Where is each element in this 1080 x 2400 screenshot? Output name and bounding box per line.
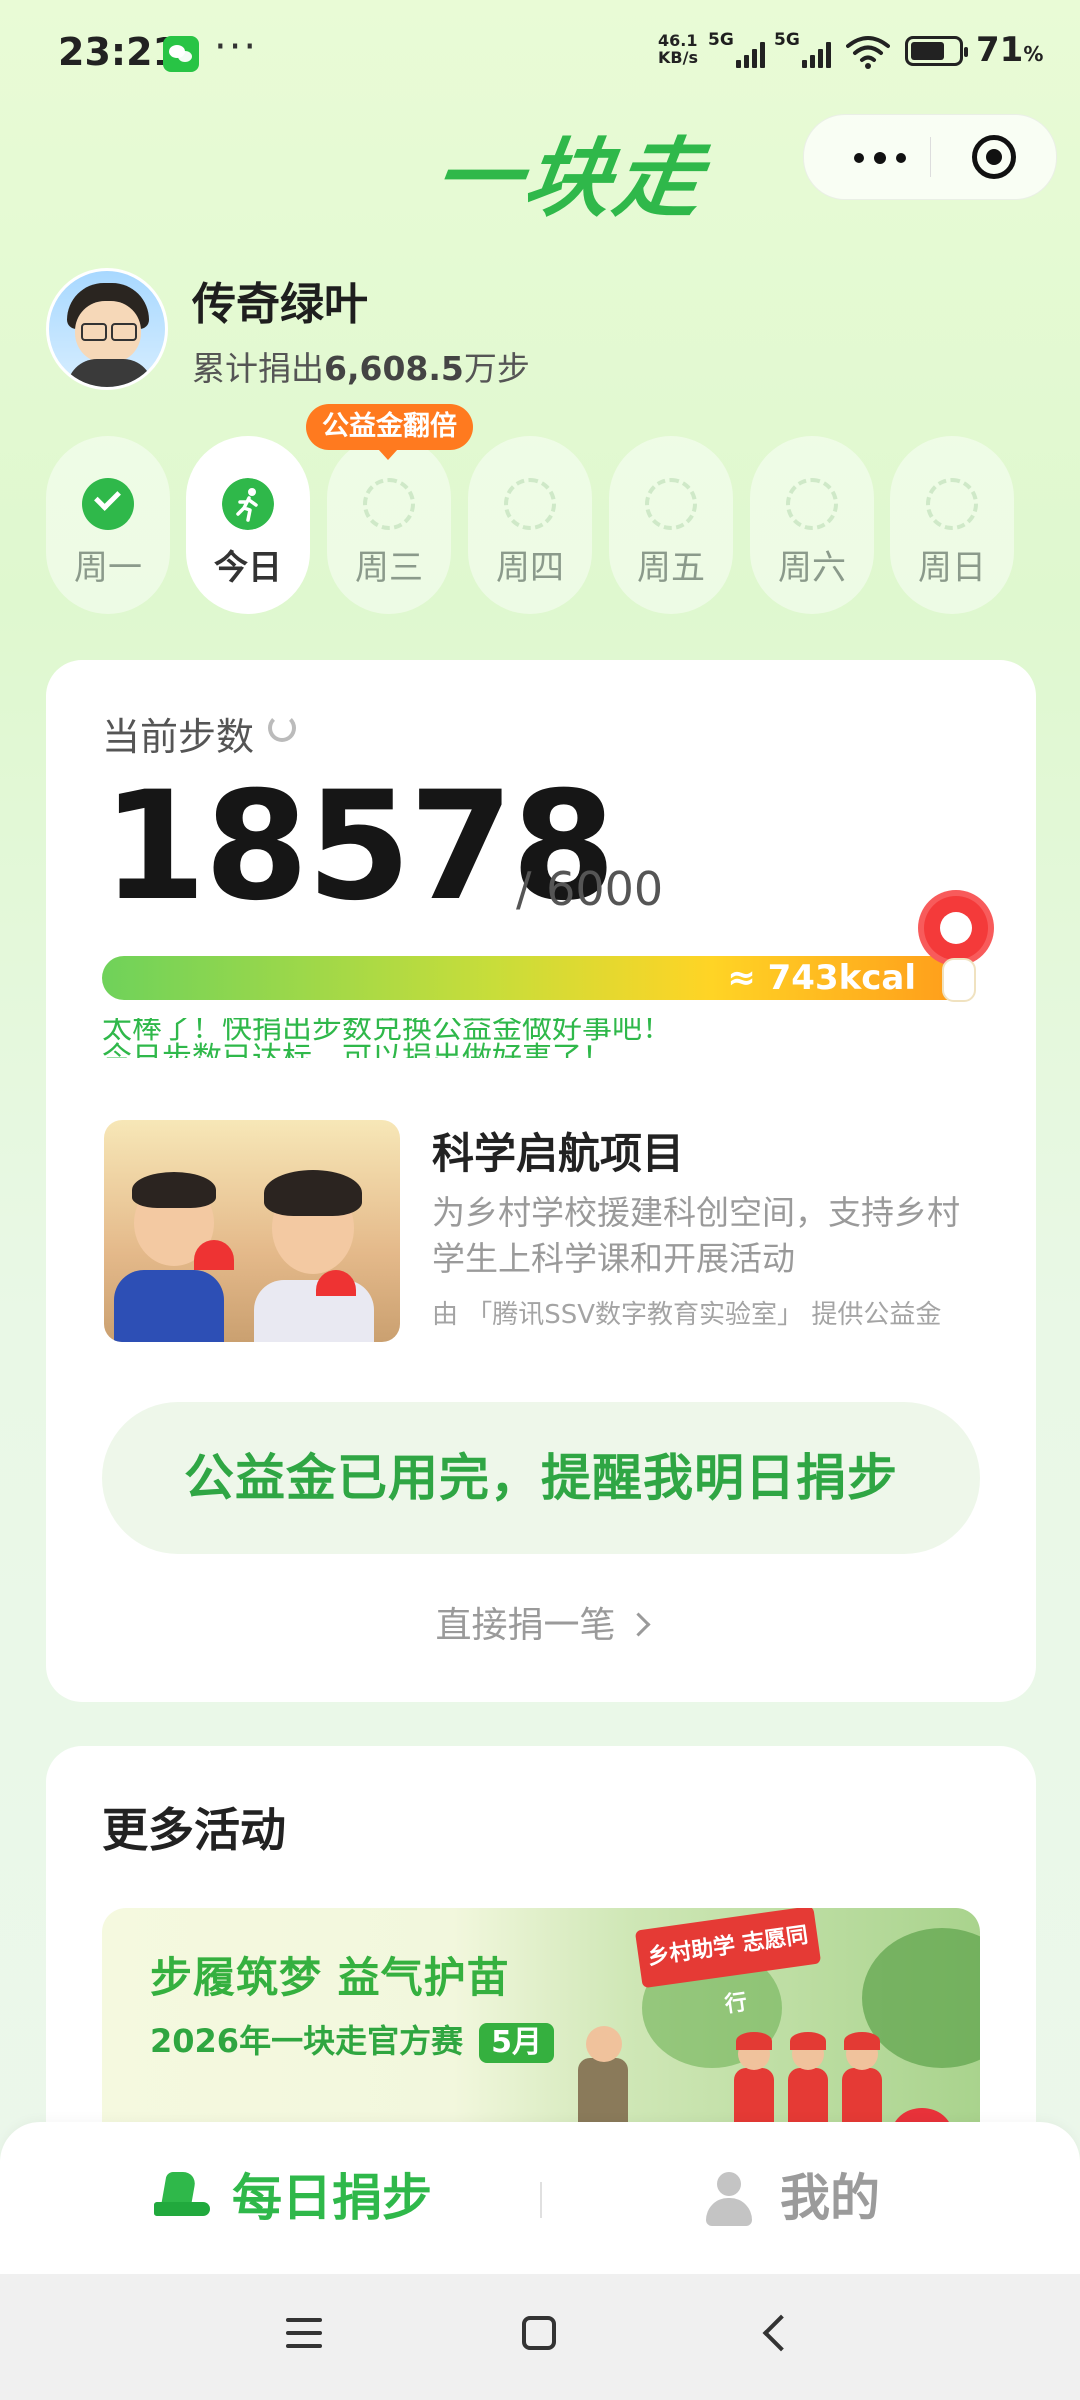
steps-card: 当前步数 18578 / 6000 ≈ 743kcal 太棒了！快捐出步数兑换公… [46, 660, 1036, 1702]
walking-icon [222, 478, 274, 530]
day-sun[interactable]: 周日 [890, 436, 1014, 614]
more-activities-card: 更多活动 乡村助学 志愿同行 步履筑梦 益气护苗 2026年一块走官方赛 5月 [46, 1746, 1036, 2166]
direct-donate-link[interactable]: 直接捐一笔 [46, 1596, 1036, 1648]
day-fri[interactable]: 周五 [609, 436, 733, 614]
sim1-label: 5G [708, 30, 734, 50]
chevron-right-icon [625, 1612, 651, 1637]
project-image[interactable] [104, 1120, 400, 1342]
status-bar: 23:21 ··· 46.1 KB/s 5G 5G 71% [0, 0, 1080, 104]
recent-apps-icon[interactable] [286, 2318, 322, 2350]
pending-circle-icon [926, 478, 978, 530]
more-activities-title: 更多活动 [102, 1803, 286, 1857]
project-sponsor: 由 「腾讯SSV数字教育实验室」 提供公益金 [432, 1300, 942, 1330]
user-nickname: 传奇绿叶 [192, 279, 368, 330]
banner-month-tag: 5月 [479, 2023, 554, 2063]
message-ticker: 太棒了！快捐出步数兑换公益金做好事吧！ 今日步数已达标，可以捐出做好事了！ [102, 1018, 972, 1058]
day-mon[interactable]: 周一 [46, 436, 170, 614]
pending-circle-icon [363, 478, 415, 530]
shoe-icon [154, 2172, 210, 2220]
step-goal: / 6000 [516, 862, 664, 916]
flower-mascot-icon [920, 896, 1000, 1006]
project-title[interactable]: 科学启航项目 [432, 1120, 684, 1181]
clock: 23:21 [58, 30, 179, 74]
network-speed: 46.1 KB/s [658, 32, 698, 66]
pending-circle-icon [786, 478, 838, 530]
tab-divider [540, 2182, 542, 2218]
back-icon[interactable] [762, 2314, 800, 2352]
avatar[interactable] [46, 268, 168, 390]
wifi-icon [846, 36, 890, 69]
system-nav-bar [0, 2274, 1080, 2400]
day-sat[interactable]: 周六 [750, 436, 874, 614]
check-icon [82, 478, 134, 530]
pending-circle-icon [504, 478, 556, 530]
calories: ≈ 743kcal [727, 958, 916, 998]
bonus-badge: 公益金翻倍 [306, 404, 473, 460]
day-wed[interactable]: 周三 [327, 436, 451, 614]
banner-flag: 乡村助学 志愿同行 [634, 1908, 822, 2018]
wechat-icon [163, 36, 199, 72]
capsule-divider [930, 137, 931, 177]
progress-bar: ≈ 743kcal [102, 956, 972, 1000]
user-icon [704, 2172, 754, 2226]
close-miniprogram-icon[interactable] [972, 135, 1016, 179]
ticker-line-2: 今日步数已达标，可以捐出做好事了！ [102, 1042, 972, 1059]
banner-title: 步履筑梦 益气护苗 [150, 1953, 510, 2002]
current-steps-label: 当前步数 [102, 715, 255, 759]
battery-percent: 71% [976, 30, 1044, 70]
network-speed-value: 46.1 [658, 31, 698, 50]
more-notifications-icon: ··· [214, 24, 259, 70]
refresh-icon[interactable] [268, 714, 296, 742]
sim2-label: 5G [774, 30, 800, 50]
app-title: 一块走 [427, 129, 712, 229]
pending-circle-icon [645, 478, 697, 530]
banner-subtitle: 2026年一块走官方赛 5月 [150, 2016, 554, 2063]
miniprogram-capsule [803, 114, 1057, 200]
project-description: 为乡村学校援建科创空间，支持乡村学生上科学课和开展活动 [432, 1193, 960, 1278]
home-icon[interactable] [522, 2316, 556, 2350]
network-speed-unit: KB/s [658, 48, 698, 67]
day-thu[interactable]: 周四 [468, 436, 592, 614]
battery-icon [905, 36, 968, 66]
remind-tomorrow-button[interactable]: 公益金已用完，提醒我明日捐步 [102, 1402, 980, 1554]
more-options-icon[interactable] [834, 115, 934, 199]
tab-bar: 每日捐步 我的 [0, 2122, 1080, 2274]
day-today[interactable]: 今日 [186, 436, 310, 614]
cumulative-donated: 累计捐出6,608.5万步 [192, 349, 530, 388]
